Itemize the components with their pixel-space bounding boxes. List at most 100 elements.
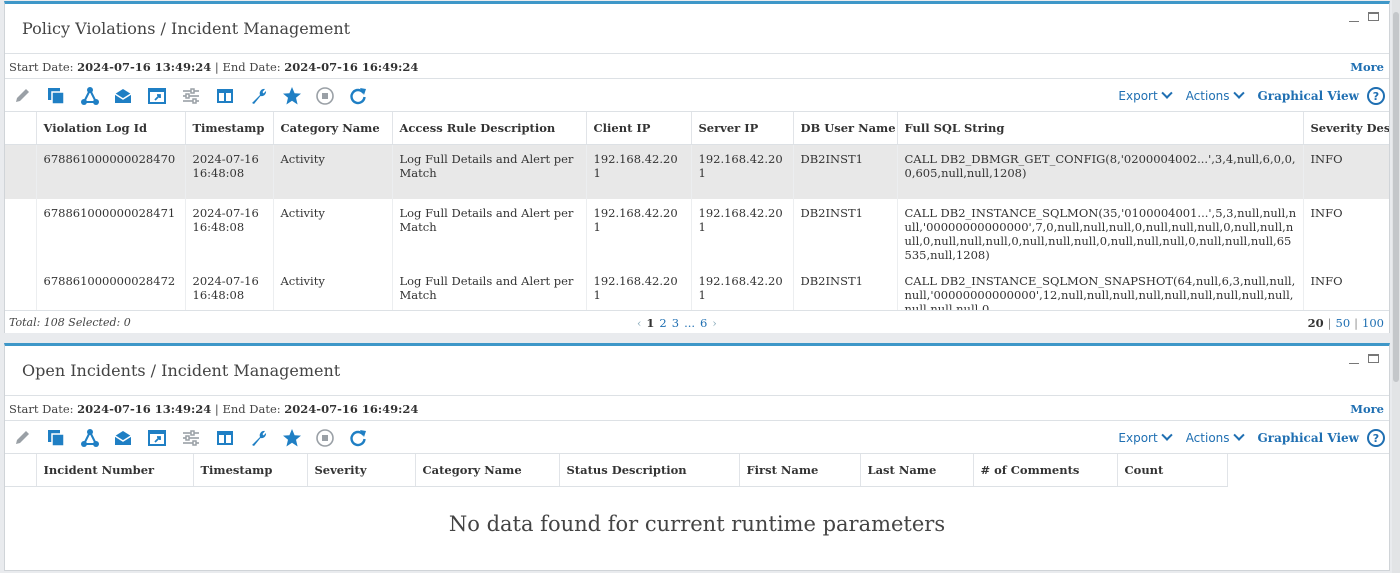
page-size-20[interactable]: 20 xyxy=(1308,316,1324,330)
graph-icon[interactable] xyxy=(80,428,100,448)
page-6[interactable]: 6 xyxy=(700,316,707,330)
minimize-icon[interactable] xyxy=(1349,12,1359,22)
columns-icon[interactable] xyxy=(215,428,235,448)
page-size-50[interactable]: 50 xyxy=(1336,316,1351,330)
row-selector[interactable] xyxy=(5,144,37,199)
page-3[interactable]: 3 xyxy=(672,316,679,330)
help-icon[interactable]: ? xyxy=(1367,87,1385,105)
wrench-icon[interactable] xyxy=(249,86,269,106)
mail-icon[interactable] xyxy=(113,86,133,106)
star-icon[interactable] xyxy=(282,428,302,448)
scrollbar-thumb[interactable] xyxy=(1393,12,1399,382)
graphical-view-link[interactable]: Graphical View xyxy=(1258,89,1359,103)
row-select-header[interactable] xyxy=(5,112,37,145)
column-header[interactable]: # of Comments xyxy=(973,454,1118,487)
column-header[interactable]: Severity Desc xyxy=(1303,112,1389,145)
export-menu[interactable]: Export xyxy=(1118,429,1173,445)
column-header[interactable]: First Name xyxy=(739,454,861,487)
sliders-icon[interactable] xyxy=(181,86,201,106)
export-window-icon[interactable] xyxy=(147,428,167,448)
cell-sql: CALL DB2_DBMGR_GET_CONFIG(8,'0200004002.… xyxy=(897,144,1304,199)
end-date-value: 2024-07-16 16:49:24 xyxy=(284,60,419,74)
graphical-view-link[interactable]: Graphical View xyxy=(1258,431,1359,445)
start-date-value: 2024-07-16 13:49:24 xyxy=(77,402,212,416)
cell-server-ip: 192.168.42.201 xyxy=(691,144,794,199)
minimize-icon[interactable] xyxy=(1349,354,1359,364)
maximize-icon[interactable] xyxy=(1368,12,1379,21)
refresh-icon[interactable] xyxy=(348,428,368,448)
cell-server-ip: 192.168.42.201 xyxy=(691,267,794,310)
cell-rule: Log Full Details and Alert per Match xyxy=(392,144,587,199)
cell-severity: INFO xyxy=(1303,267,1389,310)
table-row[interactable]: 678861000000028472 2024-07-16 16:48:08 A… xyxy=(5,267,1389,310)
copy-icon[interactable] xyxy=(46,428,66,448)
page-size-100[interactable]: 100 xyxy=(1362,316,1384,330)
next-page-button[interactable]: › xyxy=(712,317,716,330)
maximize-icon[interactable] xyxy=(1368,354,1379,363)
star-icon[interactable] xyxy=(282,86,302,106)
column-header[interactable]: Violation Log Id xyxy=(36,112,186,145)
edit-icon[interactable] xyxy=(12,428,32,448)
cell-severity: INFO xyxy=(1303,199,1389,267)
column-header[interactable]: Severity xyxy=(307,454,416,487)
row-selector[interactable] xyxy=(5,267,37,310)
start-date-value: 2024-07-16 13:49:24 xyxy=(77,60,212,74)
more-link[interactable]: More xyxy=(1350,402,1384,416)
row-selector[interactable] xyxy=(5,199,37,267)
column-header[interactable]: DB User Name xyxy=(793,112,898,145)
cell-timestamp: 2024-07-16 16:48:08 xyxy=(185,267,274,310)
table-row[interactable]: 678861000000028471 2024-07-16 16:48:08 A… xyxy=(5,199,1389,267)
page-1[interactable]: 1 xyxy=(646,316,654,330)
export-window-icon[interactable] xyxy=(147,86,167,106)
cell-timestamp: 2024-07-16 16:48:08 xyxy=(185,199,274,267)
column-header[interactable]: Incident Number xyxy=(36,454,194,487)
page-2[interactable]: 2 xyxy=(659,316,666,330)
wrench-icon[interactable] xyxy=(249,428,269,448)
column-header[interactable]: Status Description xyxy=(559,454,740,487)
actions-menu[interactable]: Actions xyxy=(1186,87,1245,103)
cell-sql: CALL DB2_INSTANCE_SQLMON_SNAPSHOT(64,nul… xyxy=(897,267,1304,310)
date-range-bar: Start Date: 2024-07-16 13:49:24 | End Da… xyxy=(5,395,1389,421)
copy-icon[interactable] xyxy=(46,86,66,106)
panel-title: Policy Violations / Incident Management xyxy=(22,19,351,38)
column-header[interactable]: Category Name xyxy=(415,454,560,487)
chevron-down-icon xyxy=(1232,429,1245,441)
grid-toolbar: Export Actions Graphical View ? xyxy=(5,421,1389,454)
export-menu[interactable]: Export xyxy=(1118,87,1173,103)
sliders-icon[interactable] xyxy=(181,428,201,448)
prev-page-button[interactable]: ‹ xyxy=(637,317,641,330)
panel-title: Open Incidents / Incident Management xyxy=(22,361,341,380)
column-header[interactable]: Access Rule Description xyxy=(392,112,587,145)
more-link[interactable]: More xyxy=(1350,60,1384,74)
page-scrollbar[interactable] xyxy=(1392,0,1400,573)
cell-db-user: DB2INST1 xyxy=(793,144,898,199)
column-header[interactable]: Count xyxy=(1117,454,1228,487)
row-select-header[interactable] xyxy=(5,454,37,487)
table-row[interactable]: 678861000000028470 2024-07-16 16:48:08 A… xyxy=(5,144,1389,199)
column-header[interactable]: Full SQL String xyxy=(897,112,1304,145)
end-date-value: 2024-07-16 16:49:24 xyxy=(284,402,419,416)
table-header: Incident Number Timestamp Severity Categ… xyxy=(5,454,1228,487)
graph-icon[interactable] xyxy=(80,86,100,106)
columns-icon[interactable] xyxy=(215,86,235,106)
column-header[interactable]: Timestamp xyxy=(185,112,274,145)
help-icon[interactable]: ? xyxy=(1367,429,1385,447)
mail-icon[interactable] xyxy=(113,428,133,448)
refresh-icon[interactable] xyxy=(348,86,368,106)
window-controls xyxy=(1349,12,1379,22)
cell-rule: Log Full Details and Alert per Match xyxy=(392,199,587,267)
column-header[interactable]: Last Name xyxy=(860,454,974,487)
column-header[interactable]: Client IP xyxy=(586,112,692,145)
cell-category: Activity xyxy=(273,199,393,267)
edit-icon[interactable] xyxy=(12,86,32,106)
stop-icon[interactable] xyxy=(315,86,335,106)
cell-db-user: DB2INST1 xyxy=(793,267,898,310)
page-size-selector: 20 | 50 | 100 xyxy=(1307,316,1384,330)
actions-menu[interactable]: Actions xyxy=(1186,429,1245,445)
stop-icon[interactable] xyxy=(315,428,335,448)
window-controls xyxy=(1349,354,1379,364)
column-header[interactable]: Timestamp xyxy=(193,454,308,487)
column-header[interactable]: Category Name xyxy=(273,112,393,145)
cell-server-ip: 192.168.42.201 xyxy=(691,199,794,267)
column-header[interactable]: Server IP xyxy=(691,112,794,145)
